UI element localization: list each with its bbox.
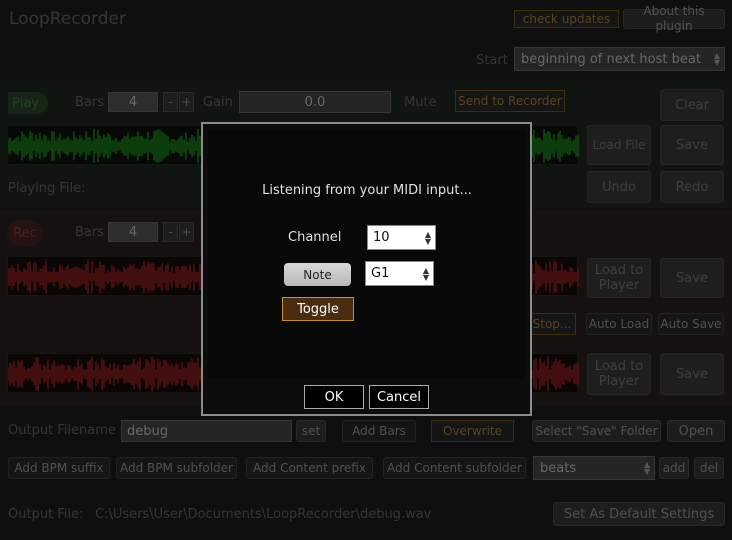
toggle-label: Toggle [297,301,339,317]
note-value: G1 [371,266,390,281]
channel-label: Channel [288,230,342,245]
cancel-button[interactable]: Cancel [369,385,429,409]
dialog-message: Listening from your MIDI input... [262,183,472,198]
spinner-arrows-icon: ▲ ▼ [424,229,431,246]
midi-learn-dialog: Listening from your MIDI input... Channe… [201,122,532,416]
note-spinner[interactable]: G1 ▲ ▼ [365,261,434,286]
dialog-content: Listening from your MIDI input... Channe… [208,129,526,379]
channel-spinner[interactable]: 10 ▲ ▼ [367,225,436,250]
note-button[interactable]: Note [284,263,351,286]
ok-button[interactable]: OK [304,385,364,409]
spinner-arrows-icon: ▲ ▼ [422,265,429,282]
toggle-button[interactable]: Toggle [282,297,354,321]
note-button-label: Note [303,267,332,282]
channel-value: 10 [373,230,390,245]
